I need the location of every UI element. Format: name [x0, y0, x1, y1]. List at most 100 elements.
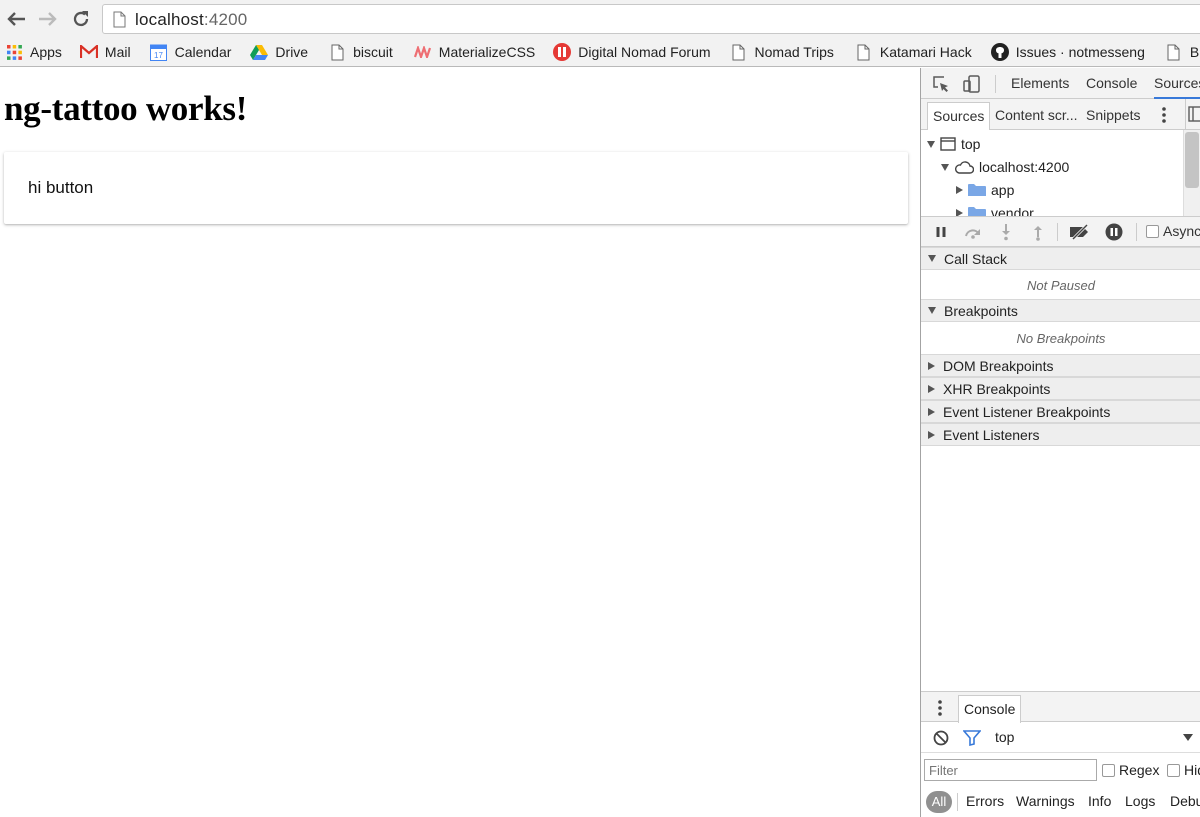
- bookmark-biscuit[interactable]: biscuit: [328, 38, 393, 66]
- pane-title: Event Listener Breakpoints: [943, 403, 1111, 420]
- pause-icon[interactable]: [930, 222, 952, 242]
- bookmark-nomad-trips[interactable]: Nomad Trips: [730, 38, 834, 66]
- collapse-arrow-icon: [956, 209, 963, 216]
- level-logs[interactable]: Logs: [1125, 793, 1155, 809]
- frame-icon: [940, 137, 956, 151]
- bookmark-b[interactable]: B: [1165, 38, 1200, 66]
- bookmark-label: MaterializeCSS: [438, 44, 536, 60]
- reload-icon[interactable]: [70, 8, 92, 30]
- console-filter-input[interactable]: [924, 759, 1097, 781]
- event-listeners-header[interactable]: Event Listeners: [921, 423, 1200, 446]
- event-listener-breakpoints-header[interactable]: Event Listener Breakpoints: [921, 400, 1200, 423]
- async-checkbox[interactable]: Async: [1146, 223, 1200, 239]
- filter-icon[interactable]: [963, 729, 981, 747]
- dom-breakpoints-header[interactable]: DOM Breakpoints: [921, 354, 1200, 377]
- pane-title: Breakpoints: [944, 302, 1018, 319]
- page-icon: [730, 43, 748, 61]
- call-stack-header[interactable]: Call Stack: [921, 247, 1200, 270]
- bookmark-label: Digital Nomad Forum: [578, 44, 711, 60]
- tab-console[interactable]: Console: [1086, 75, 1137, 91]
- tree-item-label: localhost:4200: [979, 159, 1070, 175]
- drawer-menu-icon[interactable]: [935, 698, 945, 718]
- toggle-sidebar-icon[interactable]: [1185, 99, 1200, 130]
- bookmark-digital-nomad-forum[interactable]: Digital Nomad Forum: [553, 38, 711, 66]
- level-warnings[interactable]: Warnings: [1016, 793, 1075, 809]
- bookmark-label: Drive: [275, 44, 309, 60]
- drawer-tab-console[interactable]: Console: [958, 695, 1022, 723]
- bookmark-materializecss[interactable]: MaterializeCSS: [414, 38, 536, 66]
- step-out-icon[interactable]: [1027, 222, 1049, 242]
- debugger-toolbar: Async: [921, 216, 1200, 247]
- file-tree: top localhost:4200 app vendor: [921, 130, 1183, 216]
- forward-arrow-icon[interactable]: [37, 8, 59, 30]
- bookmark-katamari-hack[interactable]: Katamari Hack: [855, 38, 972, 66]
- bookmarks-bar: Apps Mail 17 Calendar Drive biscuit Mate…: [0, 38, 1200, 67]
- bookmark-calendar[interactable]: 17 Calendar: [150, 38, 231, 66]
- tree-item-app[interactable]: app: [956, 179, 1014, 201]
- xhr-breakpoints-header[interactable]: XHR Breakpoints: [921, 377, 1200, 400]
- async-checkbox-box[interactable]: [1146, 224, 1159, 238]
- bookmark-label: Mail: [104, 44, 131, 60]
- bookmark-mail[interactable]: Mail: [79, 38, 131, 66]
- back-arrow-icon[interactable]: [5, 8, 27, 30]
- level-all[interactable]: All: [926, 791, 952, 813]
- tree-scrollbar-thumb[interactable]: [1185, 132, 1199, 188]
- console-filter-row: Regex Hid: [921, 756, 1200, 784]
- tree-item-top[interactable]: top: [927, 133, 980, 155]
- clear-console-icon[interactable]: [932, 729, 950, 747]
- navigator-tab-content-scripts[interactable]: Content scr...: [995, 107, 1077, 123]
- navigator-tabs: Sources Content scr... Snippets: [921, 99, 1185, 130]
- page-heading: ng-tattoo works!: [4, 89, 248, 128]
- step-into-icon[interactable]: [995, 222, 1017, 242]
- device-toolbar-icon[interactable]: [961, 73, 983, 95]
- tab-sources[interactable]: Sources: [1154, 75, 1200, 99]
- pane-title: Event Listeners: [943, 426, 1040, 443]
- hide-network-checkbox[interactable]: Hid: [1167, 762, 1200, 778]
- tree-item-origin[interactable]: localhost:4200: [941, 156, 1069, 178]
- pause-on-exceptions-icon[interactable]: [1103, 222, 1125, 242]
- hide-checkbox-box[interactable]: [1167, 763, 1180, 777]
- regex-checkbox-box[interactable]: [1102, 763, 1115, 777]
- bookmark-label: Issues · notmesseng: [1015, 44, 1145, 60]
- svg-text:17: 17: [154, 51, 163, 60]
- bookmark-label: B: [1189, 44, 1200, 60]
- bookmark-label: biscuit: [353, 44, 393, 60]
- navigator-tab-sources[interactable]: Sources: [927, 102, 991, 130]
- collapse-arrow-icon: [928, 430, 935, 439]
- breakpoints-header[interactable]: Breakpoints: [921, 299, 1200, 322]
- devtools-tabbar: Elements Console Sources: [921, 68, 1200, 99]
- level-errors[interactable]: Errors: [966, 793, 1004, 809]
- console-context-select[interactable]: top: [995, 729, 1014, 745]
- bookmark-issues[interactable]: Issues · notmesseng: [990, 38, 1145, 66]
- bookmark-drive[interactable]: Drive: [250, 38, 309, 66]
- step-over-icon[interactable]: [962, 222, 984, 242]
- navigator-tab-snippets[interactable]: Snippets: [1086, 107, 1140, 123]
- hide-label: Hid: [1184, 762, 1200, 778]
- tab-elements[interactable]: Elements: [1011, 75, 1069, 91]
- bookmark-apps[interactable]: Apps: [5, 38, 62, 66]
- drawer-tabbar: Console: [921, 691, 1200, 723]
- tree-item-label: top: [961, 136, 981, 152]
- url-text: localhost:4200: [135, 10, 248, 29]
- level-debug[interactable]: Debu: [1170, 793, 1200, 809]
- expand-arrow-icon: [928, 255, 936, 262]
- hi-button-label: hi button: [28, 178, 94, 197]
- collapse-arrow-icon: [928, 361, 935, 370]
- more-options-icon[interactable]: [1157, 105, 1171, 125]
- tree-item-vendor[interactable]: vendor: [956, 202, 1034, 216]
- chevron-down-icon[interactable]: [1183, 734, 1193, 741]
- collapse-arrow-icon: [928, 384, 935, 393]
- toolbar-divider: [1057, 223, 1058, 241]
- expand-arrow-icon: [941, 163, 949, 171]
- address-bar[interactable]: localhost:4200: [102, 4, 1200, 34]
- regex-checkbox[interactable]: Regex: [1102, 762, 1159, 778]
- materialize-icon: [414, 43, 432, 61]
- level-info[interactable]: Info: [1088, 793, 1111, 809]
- pane-title: Call Stack: [944, 250, 1008, 267]
- cloud-icon: [954, 160, 974, 174]
- deactivate-breakpoints-icon[interactable]: [1069, 222, 1091, 242]
- hi-button[interactable]: hi button: [4, 152, 908, 224]
- inspect-element-icon[interactable]: [930, 73, 952, 95]
- tree-item-label: app: [991, 182, 1015, 198]
- expand-arrow-icon: [928, 307, 936, 314]
